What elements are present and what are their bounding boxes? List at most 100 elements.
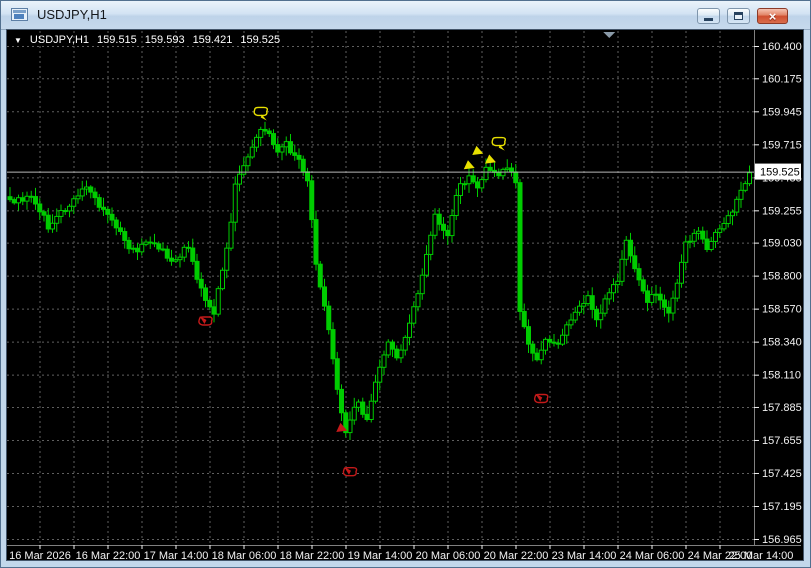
candle-body [374, 382, 378, 401]
candle-body [654, 294, 658, 295]
candle-body [646, 291, 650, 302]
price-axis-label: 160.400 [762, 41, 802, 53]
candle-body [714, 232, 718, 241]
candle-body [123, 232, 127, 241]
time-axis-label: 16 Mar 2026 [9, 550, 71, 560]
candle-body [386, 342, 390, 355]
candle-body [369, 401, 373, 419]
ohlc-low: 159.421 [193, 34, 233, 46]
candle-body [531, 344, 535, 353]
candle-body [178, 257, 182, 260]
minimize-button[interactable] [697, 8, 720, 24]
candle-body [323, 287, 327, 306]
candle-body [63, 211, 67, 212]
candle-body [34, 197, 38, 204]
ohlc-high: 159.593 [145, 34, 185, 46]
candle-body [21, 198, 25, 201]
candle-body [590, 296, 594, 310]
candle-body [51, 223, 55, 229]
candle-body [697, 231, 701, 233]
candle-body [484, 167, 488, 179]
candle-body [505, 168, 509, 169]
time-axis-label: 18 Mar 22:00 [280, 550, 345, 560]
hand-down-icon [254, 107, 267, 115]
candle-body [225, 248, 229, 270]
price-axis-label: 157.885 [762, 402, 802, 414]
chart-canvas[interactable]: 160.400160.175159.945159.715159.485159.2… [7, 30, 803, 560]
symbol-dropdown-icon[interactable]: ▼ [14, 36, 22, 45]
price-axis-label: 156.965 [762, 534, 802, 546]
candle-body [161, 249, 165, 250]
candle-body [289, 142, 293, 153]
candle-body [208, 300, 212, 306]
candle-body [85, 187, 89, 189]
candle-body [399, 350, 403, 358]
candle-body [599, 313, 603, 320]
candle-body [391, 342, 395, 349]
candle-body [616, 281, 620, 284]
candle-body [739, 190, 743, 199]
candle-body [136, 248, 140, 252]
candle-body [684, 242, 688, 262]
candle-body [420, 275, 424, 293]
candle-body [641, 280, 645, 291]
candle-body [212, 307, 216, 314]
candle-body [182, 247, 186, 257]
hand-down-marker [254, 107, 267, 120]
candle-body [582, 304, 586, 307]
time-axis-label: 24 Mar 06:00 [620, 550, 685, 560]
close-button[interactable]: × [757, 8, 788, 24]
chart-window: USDJPY,H1 × 160.400160.175159.945159.715… [0, 0, 811, 568]
candle-body [127, 240, 131, 248]
candle-body [556, 343, 560, 344]
time-axis-label: 23 Mar 14:00 [552, 550, 617, 560]
candle-body [446, 230, 450, 235]
candle-body [463, 184, 467, 185]
candle-body [425, 254, 429, 275]
candle-body [480, 180, 484, 188]
ohlc-open: 159.515 [97, 34, 137, 46]
candle-body [250, 147, 254, 157]
candle-body [310, 181, 314, 220]
price-axis: 160.400160.175159.945159.715159.485159.2… [754, 41, 802, 546]
candle-body [55, 216, 59, 223]
candle-body [535, 353, 539, 360]
candle-body [80, 189, 84, 196]
candle-body [221, 270, 225, 288]
candle-body [38, 204, 42, 212]
candle-body [573, 312, 577, 320]
candle-body [119, 228, 123, 232]
candle-body [612, 285, 616, 293]
candle-body [408, 323, 412, 337]
candle-body [68, 206, 72, 211]
candle-body [671, 298, 675, 313]
candle-body [187, 247, 191, 248]
candle-body [12, 200, 16, 203]
ohlc-symbol-period: USDJPY,H1 [30, 34, 89, 46]
candle-body [518, 183, 522, 312]
candle-body [216, 289, 220, 314]
candle-body [620, 259, 624, 281]
candle-body [284, 142, 288, 147]
time-axis-label: 20 Mar 06:00 [416, 550, 481, 560]
candle-body [454, 195, 458, 215]
candle-body [688, 241, 692, 242]
restore-button[interactable] [727, 8, 750, 24]
price-axis-label: 159.715 [762, 139, 802, 151]
candle-body [157, 244, 161, 249]
time-axis-label: 18 Mar 06:00 [212, 550, 277, 560]
candle-body [348, 420, 352, 433]
candle-body [497, 172, 501, 175]
candle-body [174, 260, 178, 262]
candle-body [522, 311, 526, 326]
candle-body [297, 155, 301, 159]
candle-body [450, 216, 454, 236]
candle-body [680, 262, 684, 283]
candle-body [76, 196, 80, 199]
candle-body [42, 212, 46, 215]
candle-body [378, 367, 382, 382]
title-bar[interactable]: USDJPY,H1 × [1, 1, 810, 30]
candle-body [629, 240, 633, 256]
candle-body [255, 137, 259, 147]
candle-body [595, 309, 599, 319]
